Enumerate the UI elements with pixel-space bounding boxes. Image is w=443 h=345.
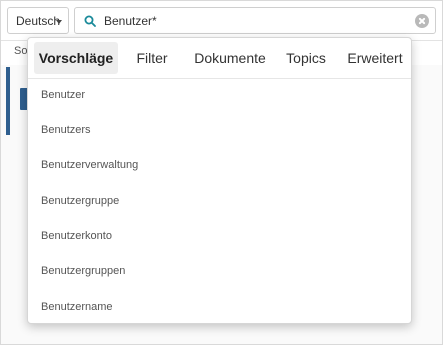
tab-topics[interactable]: Topics (280, 42, 332, 74)
tab-erweitert[interactable]: Erweitert (342, 42, 408, 74)
suggestion-item[interactable]: Benutzerverwaltung (41, 156, 381, 174)
suggestion-item[interactable]: Benutzer (41, 86, 381, 104)
top-toolbar: Deutsch (1, 1, 442, 40)
search-icon (84, 15, 96, 27)
suggestion-item[interactable]: Benutzergruppen (41, 262, 381, 280)
suggestion-item[interactable]: Benutzerkonto (41, 227, 381, 245)
language-select[interactable]: Deutsch (7, 7, 69, 34)
tab-vorschlaege[interactable]: Vorschläge (34, 42, 118, 74)
suggestion-item[interactable]: Benutzername (41, 298, 381, 316)
search-input[interactable] (104, 11, 404, 30)
suggestion-item[interactable]: Benutzergruppe (41, 192, 381, 210)
suggestion-item[interactable]: Benutzers (41, 121, 381, 139)
language-select-value: Deutsch (16, 14, 61, 28)
dropdown-tabs: Vorschläge Filter Dokumente Topics Erwei… (28, 38, 411, 79)
subbar-label: So (14, 45, 28, 57)
accent-bar (6, 67, 10, 135)
clear-icon[interactable] (415, 14, 429, 28)
tab-filter[interactable]: Filter (128, 42, 176, 74)
search-suggestions-dropdown: Vorschläge Filter Dokumente Topics Erwei… (27, 37, 412, 324)
chevron-down-icon (56, 20, 62, 24)
tab-dokumente[interactable]: Dokumente (188, 42, 272, 74)
search-box[interactable] (74, 7, 436, 34)
